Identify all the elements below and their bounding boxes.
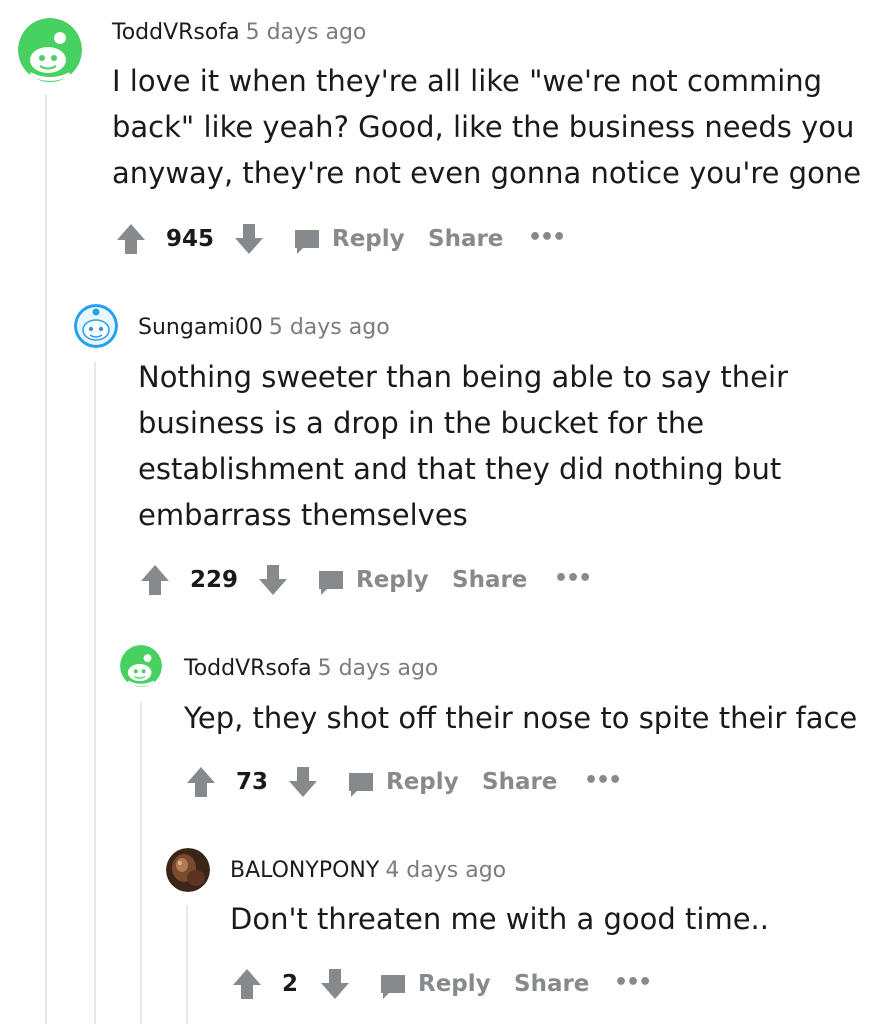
reply-label: Reply <box>386 769 459 795</box>
thread-line-level-4[interactable] <box>186 905 188 1024</box>
comment-body-line: back" like yeah? Good, like the business… <box>112 110 855 144</box>
thread-line-level-3[interactable] <box>140 702 142 1024</box>
comment-bubble-icon <box>295 230 319 254</box>
vote-score: 73 <box>236 769 269 795</box>
comment-body-line: Don't threaten me with a good time.. <box>230 902 769 936</box>
username[interactable]: ToddVRsofa <box>112 20 240 45</box>
more-options-button[interactable]: ••• <box>614 968 652 998</box>
vote-score: 945 <box>166 226 215 252</box>
reply-label: Reply <box>418 971 491 997</box>
comment-actions: 945 Reply Share ••• <box>112 221 572 261</box>
comment-body-line: business is a drop in the bucket for the <box>138 406 705 440</box>
upvote-arrow-icon <box>187 767 215 797</box>
share-button[interactable]: Share <box>452 562 527 598</box>
comment-actions: 2 Reply Share ••• <box>230 966 690 1006</box>
downvote-button[interactable] <box>258 562 288 598</box>
reply-label: Reply <box>356 567 429 593</box>
more-options-button[interactable]: ••• <box>554 564 592 594</box>
comment-body: Don't threaten me with a good time.. <box>230 896 769 942</box>
downvote-arrow-icon <box>321 969 349 999</box>
more-options-button[interactable]: ••• <box>584 766 622 796</box>
vote-score: 2 <box>282 971 299 997</box>
comment-bubble-icon <box>319 571 343 595</box>
downvote-button[interactable] <box>288 764 318 800</box>
downvote-button[interactable] <box>234 221 264 257</box>
upvote-button[interactable] <box>140 562 170 598</box>
comment-meta: Sungami00 5 days ago <box>138 315 390 340</box>
thread-line-level-2[interactable] <box>94 362 96 1024</box>
snoo-blue-avatar-icon[interactable] <box>74 304 118 348</box>
share-button[interactable]: Share <box>428 221 503 257</box>
reply-button[interactable]: Reply <box>292 221 405 257</box>
comment-body-line: anyway, they're not even gonna notice yo… <box>112 156 862 190</box>
snoo-green-avatar-icon[interactable] <box>18 18 82 82</box>
comment-meta: BALONYPONY 4 days ago <box>230 858 506 883</box>
vote-score: 229 <box>190 567 239 593</box>
more-options-button[interactable]: ••• <box>528 223 566 253</box>
comment-bubble-icon <box>349 773 373 797</box>
upvote-arrow-icon <box>141 565 169 595</box>
upvote-arrow-icon <box>233 969 261 999</box>
snoo-green-avatar-icon[interactable] <box>120 645 162 687</box>
username[interactable]: Sungami00 <box>138 315 263 340</box>
downvote-button[interactable] <box>320 966 350 1002</box>
downvote-arrow-icon <box>289 767 317 797</box>
downvote-arrow-icon <box>235 224 263 254</box>
reply-button[interactable]: Reply <box>346 764 459 800</box>
comment-body: Yep, they shot off their nose to spite t… <box>184 695 857 741</box>
comment-body-line: embarrass themselves <box>138 498 468 532</box>
timestamp[interactable]: 5 days ago <box>246 20 367 45</box>
comment-body-line: Nothing sweeter than being able to say t… <box>138 360 789 394</box>
reply-button[interactable]: Reply <box>378 966 491 1002</box>
comment-body: I love it when they're all like "we're n… <box>112 58 861 196</box>
username[interactable]: BALONYPONY <box>230 858 379 883</box>
comment-actions: 229 Reply Share ••• <box>138 562 598 602</box>
upvote-arrow-icon <box>117 224 145 254</box>
comment-body-line: Yep, they shot off their nose to spite t… <box>184 701 858 735</box>
reply-button[interactable]: Reply <box>316 562 429 598</box>
thread-line-level-1[interactable] <box>45 94 47 1024</box>
comment-body-line: I love it when they're all like "we're n… <box>112 64 823 98</box>
downvote-arrow-icon <box>259 565 287 595</box>
share-button[interactable]: Share <box>482 764 557 800</box>
comment-bubble-icon <box>381 975 405 999</box>
timestamp[interactable]: 4 days ago <box>385 858 506 883</box>
photo-avatar-icon[interactable] <box>166 848 210 892</box>
comment-meta: ToddVRsofa 5 days ago <box>184 656 438 681</box>
upvote-button[interactable] <box>116 221 146 257</box>
comment-actions: 73 Reply Share ••• <box>184 764 644 804</box>
username[interactable]: ToddVRsofa <box>184 656 312 681</box>
upvote-button[interactable] <box>232 966 262 1002</box>
reply-label: Reply <box>332 226 405 252</box>
timestamp[interactable]: 5 days ago <box>318 656 439 681</box>
comment-meta: ToddVRsofa 5 days ago <box>112 20 366 45</box>
comment-body-line: establishment and that they did nothing … <box>138 452 782 486</box>
comment-body: Nothing sweeter than being able to say t… <box>138 354 788 538</box>
timestamp[interactable]: 5 days ago <box>269 315 390 340</box>
share-button[interactable]: Share <box>514 966 589 1002</box>
upvote-button[interactable] <box>186 764 216 800</box>
